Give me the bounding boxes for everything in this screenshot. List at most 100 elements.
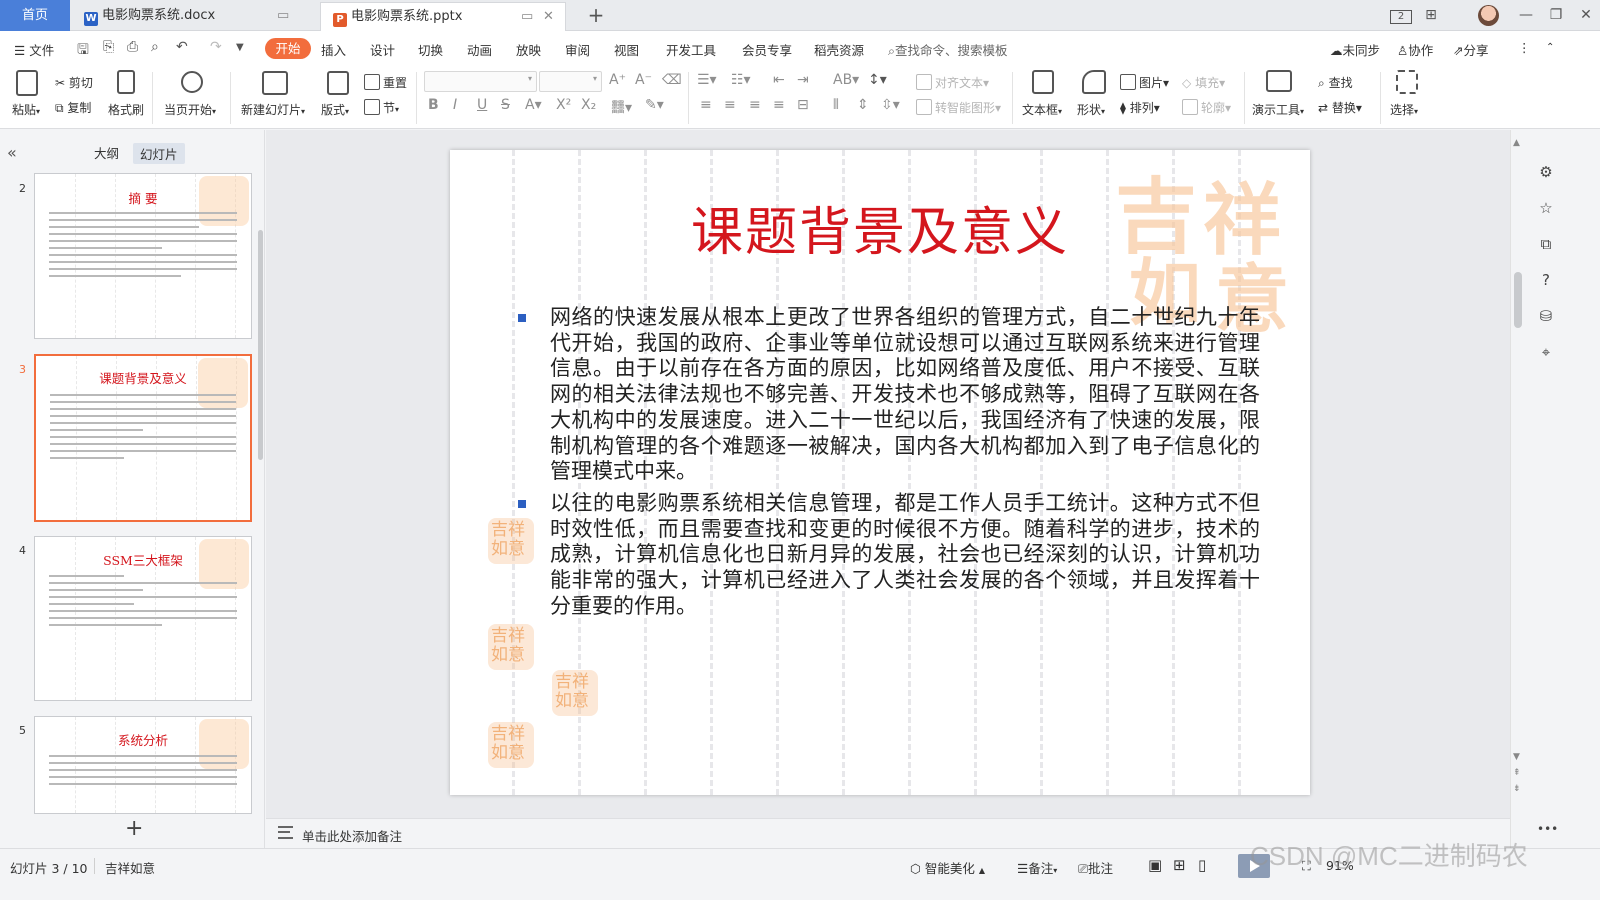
save-icon[interactable]: 🖫 bbox=[77, 39, 89, 63]
outline-button[interactable]: 轮廓▾ bbox=[1182, 99, 1231, 116]
apps-grid-icon[interactable]: ⊞ bbox=[1416, 0, 1446, 31]
more-icon[interactable]: ⋮ bbox=[1518, 40, 1531, 55]
superscript-icon[interactable]: X² bbox=[556, 97, 571, 113]
help-icon[interactable]: ? bbox=[1537, 271, 1555, 289]
tab-outline[interactable]: 大纲 bbox=[94, 143, 119, 162]
tab-window-icon[interactable]: ▭ bbox=[521, 3, 533, 30]
slide-thumbnail-2[interactable]: 摘 要 bbox=[34, 173, 252, 339]
print-icon[interactable]: ⎙ bbox=[127, 39, 138, 55]
section-button[interactable]: 节▾ bbox=[364, 99, 399, 116]
replace-button[interactable]: ⇄ 替换▾ bbox=[1318, 99, 1362, 116]
copy-button[interactable]: ⧉ 复制 bbox=[55, 99, 91, 116]
para-spacing-icon[interactable]: ⇕ bbox=[857, 97, 869, 113]
menu-review[interactable]: 审阅 bbox=[565, 40, 590, 59]
sync-status[interactable]: ☁未同步 bbox=[1330, 40, 1380, 59]
column-icon[interactable]: ⫴ bbox=[833, 97, 839, 113]
customize-toolbar-icon[interactable]: ▼ bbox=[236, 42, 244, 53]
underline-icon[interactable]: U bbox=[477, 97, 487, 113]
justify-icon[interactable]: ≡ bbox=[773, 97, 785, 113]
file-menu[interactable]: ☰ 文件 bbox=[14, 40, 54, 59]
decrease-indent-icon[interactable]: ⇤ bbox=[773, 72, 785, 88]
scrollbar-thumb[interactable] bbox=[1514, 272, 1522, 328]
slide-title[interactable]: 课题背景及意义 bbox=[450, 190, 1310, 265]
properties-icon[interactable]: ⚙ bbox=[1537, 163, 1555, 181]
notes-placeholder[interactable]: 单击此处添加备注 bbox=[302, 826, 402, 845]
menu-animation[interactable]: 动画 bbox=[467, 40, 492, 59]
undo-icon[interactable]: ↶ bbox=[176, 39, 188, 55]
cut-button[interactable]: ✂ 剪切 bbox=[55, 74, 93, 91]
smart-shape-button[interactable]: 转智能图形▾ bbox=[916, 99, 1001, 116]
collaborate-button[interactable]: ♙协作 bbox=[1397, 40, 1433, 59]
new-tab-button[interactable]: + bbox=[583, 2, 609, 29]
strikethrough-icon[interactable]: S bbox=[501, 97, 510, 113]
new-slide-button[interactable]: 新建幻灯片▾ bbox=[241, 101, 305, 118]
font-family-select[interactable]: ▾ bbox=[424, 71, 537, 92]
menu-membership[interactable]: 会员专享 bbox=[742, 40, 792, 59]
doc-tab-docx[interactable]: W 电影购票系统.docx ▭ bbox=[72, 2, 315, 31]
slide-thumbnail-4[interactable]: SSM三大框架 bbox=[34, 536, 252, 701]
share-button[interactable]: ⇗分享 bbox=[1453, 40, 1489, 59]
export-pdf-icon[interactable]: ⎘ bbox=[103, 39, 114, 55]
align-text-button[interactable]: 对齐文本▾ bbox=[916, 74, 989, 91]
font-color-icon[interactable]: A▾ bbox=[525, 97, 542, 113]
doc-tab-pptx[interactable]: P 电影购票系统.pptx ▭ ✕ bbox=[320, 2, 566, 31]
slide-sorter-icon[interactable]: ⊞ bbox=[1173, 856, 1186, 874]
char-spacing-icon[interactable]: 䨻▾ bbox=[611, 97, 632, 117]
menu-start[interactable]: 开始 bbox=[265, 38, 311, 59]
prev-slide-icon[interactable]: ⇞ bbox=[1513, 768, 1521, 778]
clear-format-icon[interactable]: ⌫ bbox=[662, 72, 682, 88]
font-size-select[interactable]: ▾ bbox=[539, 71, 602, 92]
menu-slideshow[interactable]: 放映 bbox=[516, 40, 541, 59]
slide-thumbnail-3[interactable]: 课题背景及意义 bbox=[34, 354, 252, 522]
slide-paragraph-2[interactable]: 以往的电影购票系统相关信息管理，都是工作人员手工统计。这种方式不但时效性低，而且… bbox=[550, 491, 1260, 620]
menu-transition[interactable]: 切换 bbox=[418, 40, 443, 59]
location-icon[interactable]: ⌖ bbox=[1537, 343, 1555, 361]
menu-developer[interactable]: 开发工具 bbox=[666, 40, 716, 59]
window-layout-icon[interactable]: 2 bbox=[1386, 0, 1416, 31]
layout-button[interactable]: 版式▾ bbox=[321, 101, 349, 118]
collapse-panel-icon[interactable]: « bbox=[7, 143, 17, 162]
bold-icon[interactable]: B bbox=[428, 97, 439, 113]
paste-button[interactable]: 粘贴▾ bbox=[12, 101, 40, 118]
text-direction-icon[interactable]: AB▾ bbox=[833, 72, 859, 88]
vertical-scrollbar[interactable]: ▲ ▼ ⇞ ⇟ bbox=[1510, 130, 1525, 848]
fill-button[interactable]: ◇ 填充▾ bbox=[1182, 74, 1225, 91]
normal-view-icon[interactable]: ▣ bbox=[1148, 856, 1162, 874]
bullet-list-icon[interactable]: ☰▾ bbox=[697, 72, 717, 88]
notes-toggle[interactable]: ☰备注▾ bbox=[1017, 858, 1057, 877]
reading-view-icon[interactable]: ▯ bbox=[1198, 856, 1206, 874]
presenter-tools-button[interactable]: 演示工具▾ bbox=[1252, 101, 1304, 118]
align-left-icon[interactable]: ≡ bbox=[700, 97, 712, 113]
menu-docer[interactable]: 稻壳资源 bbox=[814, 40, 864, 59]
text-box-button[interactable]: 文本框▾ bbox=[1022, 101, 1062, 118]
restore-icon[interactable]: ❐ bbox=[1541, 0, 1571, 31]
arrange-button[interactable]: ⧫ 排列▾ bbox=[1120, 99, 1160, 116]
comments-toggle[interactable]: ⎚批注 bbox=[1078, 858, 1113, 877]
user-avatar[interactable] bbox=[1478, 5, 1499, 26]
align-center-icon[interactable]: ≡ bbox=[724, 97, 736, 113]
from-current-button[interactable]: 当页开始▾ bbox=[164, 101, 216, 118]
menu-view[interactable]: 视图 bbox=[614, 40, 639, 59]
numbered-list-icon[interactable]: ☷▾ bbox=[731, 72, 751, 88]
slides-panel-scrollbar[interactable] bbox=[258, 230, 263, 460]
font-grow-icon[interactable]: A⁺ bbox=[609, 72, 626, 88]
theme-name[interactable]: 吉祥如意 bbox=[105, 858, 155, 877]
scroll-up-icon[interactable]: ▲ bbox=[1513, 138, 1520, 148]
menu-insert[interactable]: 插入 bbox=[321, 40, 346, 59]
increase-indent-icon[interactable]: ⇥ bbox=[797, 72, 809, 88]
scroll-down-icon[interactable]: ▼ bbox=[1513, 752, 1520, 762]
redo-icon[interactable]: ↷ bbox=[210, 39, 222, 55]
close-window-icon[interactable]: ✕ bbox=[1571, 0, 1600, 31]
find-button[interactable]: ⌕ 查找 bbox=[1318, 74, 1353, 91]
slide-thumbnail-5[interactable]: 系统分析 bbox=[34, 716, 252, 814]
transition-icon[interactable]: ⧉ bbox=[1537, 235, 1555, 253]
subscript-icon[interactable]: X₂ bbox=[581, 97, 596, 113]
more-options-icon[interactable]: ••• bbox=[1537, 820, 1558, 838]
slide-paragraph-1[interactable]: 网络的快速发展从根本上更改了世界各组织的管理方式，自二十世纪九十年代开始，我国的… bbox=[550, 305, 1260, 485]
backup-icon[interactable]: ⛁ bbox=[1537, 307, 1555, 325]
italic-icon[interactable]: I bbox=[453, 97, 457, 113]
font-shrink-icon[interactable]: A⁻ bbox=[635, 72, 652, 88]
add-slide-button[interactable]: + bbox=[125, 816, 143, 841]
shape-button[interactable]: 形状▾ bbox=[1077, 101, 1105, 118]
home-tab[interactable]: 首页 bbox=[0, 0, 70, 31]
